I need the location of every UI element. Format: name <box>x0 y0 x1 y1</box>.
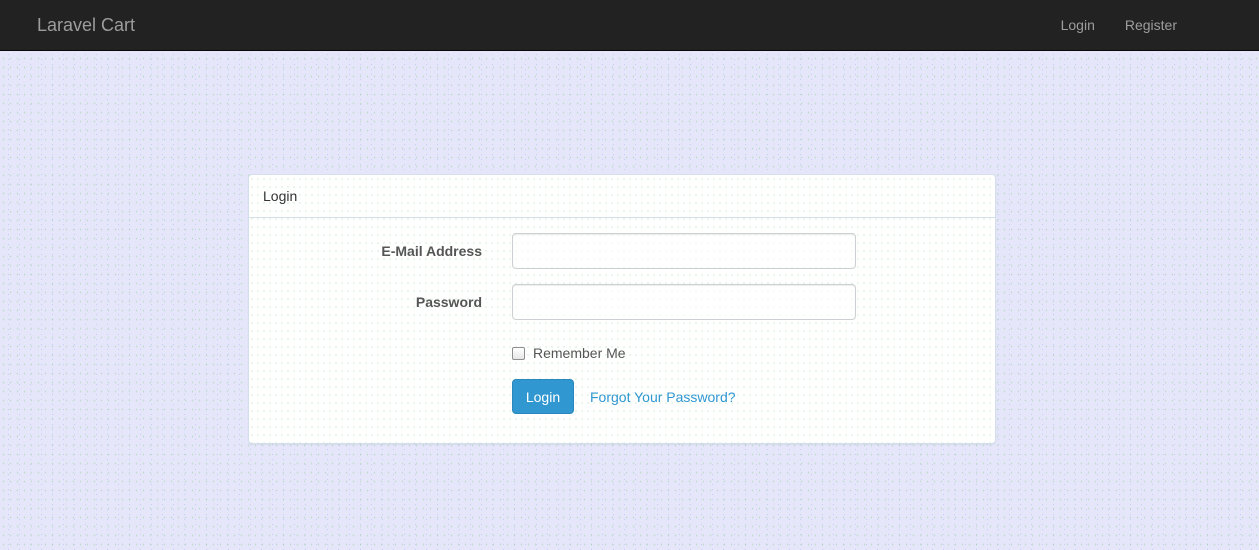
password-label: Password <box>415 294 482 310</box>
remember-me-label[interactable]: Remember Me <box>533 343 626 363</box>
login-panel: Login E-Mail Address Password Remember M… <box>248 174 996 444</box>
brand-link[interactable]: Laravel Cart <box>37 14 135 36</box>
email-label: E-Mail Address <box>381 243 482 259</box>
remember-me-row[interactable]: Remember Me <box>512 343 626 363</box>
email-field[interactable] <box>512 233 856 269</box>
panel-heading: Login <box>249 175 995 218</box>
nav-login-link[interactable]: Login <box>1046 15 1110 35</box>
remember-me-checkbox[interactable] <box>512 346 525 360</box>
password-field[interactable] <box>512 284 856 320</box>
nav-links: Login Register <box>1046 0 1192 50</box>
forgot-password-link[interactable]: Forgot Your Password? <box>590 387 736 407</box>
login-button[interactable]: Login <box>512 379 574 414</box>
top-navbar: Laravel Cart Login Register <box>0 0 1259 51</box>
nav-register-link[interactable]: Register <box>1110 15 1192 35</box>
